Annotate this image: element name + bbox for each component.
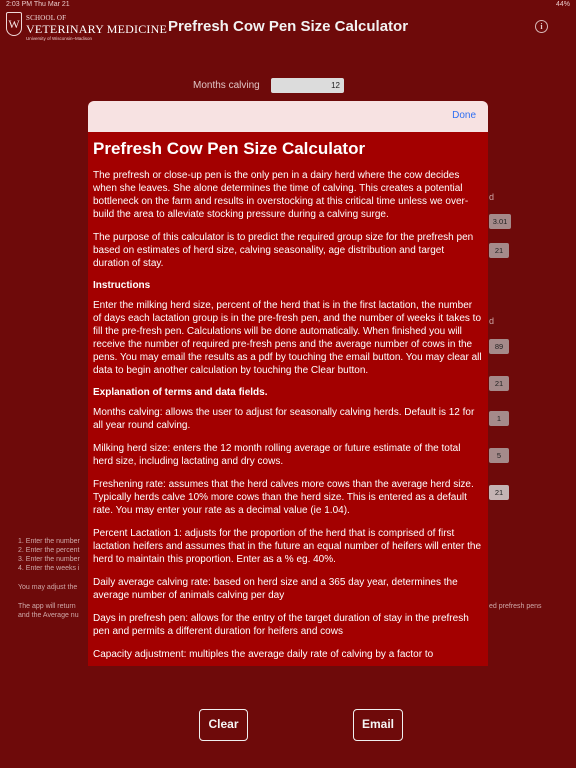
modal-title: Prefresh Cow Pen Size Calculator bbox=[93, 139, 366, 158]
email-button[interactable]: Email bbox=[353, 709, 403, 741]
logo-line-3: University of Wisconsin–Madison bbox=[26, 36, 93, 41]
background-label-fragment: d bbox=[489, 316, 495, 326]
term-days-in-pen: Days in prefresh pen: allows for the ent… bbox=[93, 613, 469, 637]
status-bar: 2:03 PM Thu Mar 21 44% bbox=[0, 0, 576, 10]
info-icon[interactable]: i bbox=[535, 20, 548, 33]
instructions-heading: Instructions bbox=[93, 280, 151, 291]
term-daily-calving-rate: Daily average calving rate: based on her… bbox=[93, 577, 458, 601]
instruction-note: 2. Enter the percent bbox=[18, 547, 80, 554]
result-value: 5 bbox=[489, 448, 509, 463]
term-capacity-adjustment: Capacity adjustment: multiples the avera… bbox=[93, 649, 434, 660]
help-text-scroll[interactable]: Prefresh Cow Pen Size Calculator The pre… bbox=[88, 132, 488, 661]
term-freshening-rate: Freshening rate: assumes that the herd c… bbox=[93, 479, 474, 516]
return-note-end: ed prefresh pens bbox=[489, 603, 542, 610]
instructions-paragraph: Enter the milking herd size, percent of … bbox=[93, 300, 482, 376]
term-percent-lactation: Percent Lactation 1: adjusts for the pro… bbox=[93, 528, 482, 565]
adjust-note: You may adjust the bbox=[18, 584, 78, 591]
app-title: Prefresh Cow Pen Size Calculator bbox=[167, 18, 409, 35]
background-label-fragment: d bbox=[489, 192, 495, 202]
instruction-note: 4. Enter the weeks i bbox=[18, 565, 80, 572]
instruction-note: 3. Enter the number bbox=[18, 556, 80, 563]
result-value: 21 bbox=[489, 243, 509, 258]
term-months-calving: Months calving: allows the user to adjus… bbox=[93, 407, 475, 431]
result-value: 1 bbox=[489, 411, 509, 426]
intro-paragraph: The prefresh or close-up pen is the only… bbox=[93, 170, 469, 220]
instruction-note: 1. Enter the number bbox=[18, 538, 80, 545]
return-note: The app will return bbox=[18, 603, 76, 610]
clear-button[interactable]: Clear bbox=[199, 709, 248, 741]
result-value: 21 bbox=[489, 485, 509, 500]
result-value: 21 bbox=[489, 376, 509, 391]
result-value: 3.01 bbox=[489, 214, 511, 229]
purpose-paragraph: The purpose of this calculator is to pre… bbox=[93, 232, 474, 269]
modal-toolbar: Done bbox=[88, 101, 488, 132]
help-modal: Done Prefresh Cow Pen Size Calculator Th… bbox=[88, 101, 488, 666]
term-milking-herd-size: Milking herd size: enters the 12 month r… bbox=[93, 443, 461, 467]
terms-heading: Explanation of terms and data fields. bbox=[93, 387, 268, 398]
battery-status: 44% bbox=[555, 1, 570, 8]
result-value: 89 bbox=[489, 339, 509, 354]
months-calving-input[interactable]: 12 bbox=[271, 78, 344, 93]
status-time: 2:03 PM Thu Mar 21 bbox=[6, 1, 70, 8]
months-calving-label: Months calving bbox=[193, 80, 260, 91]
average-note: and the Average nu bbox=[18, 612, 79, 619]
done-button[interactable]: Done bbox=[452, 110, 476, 121]
